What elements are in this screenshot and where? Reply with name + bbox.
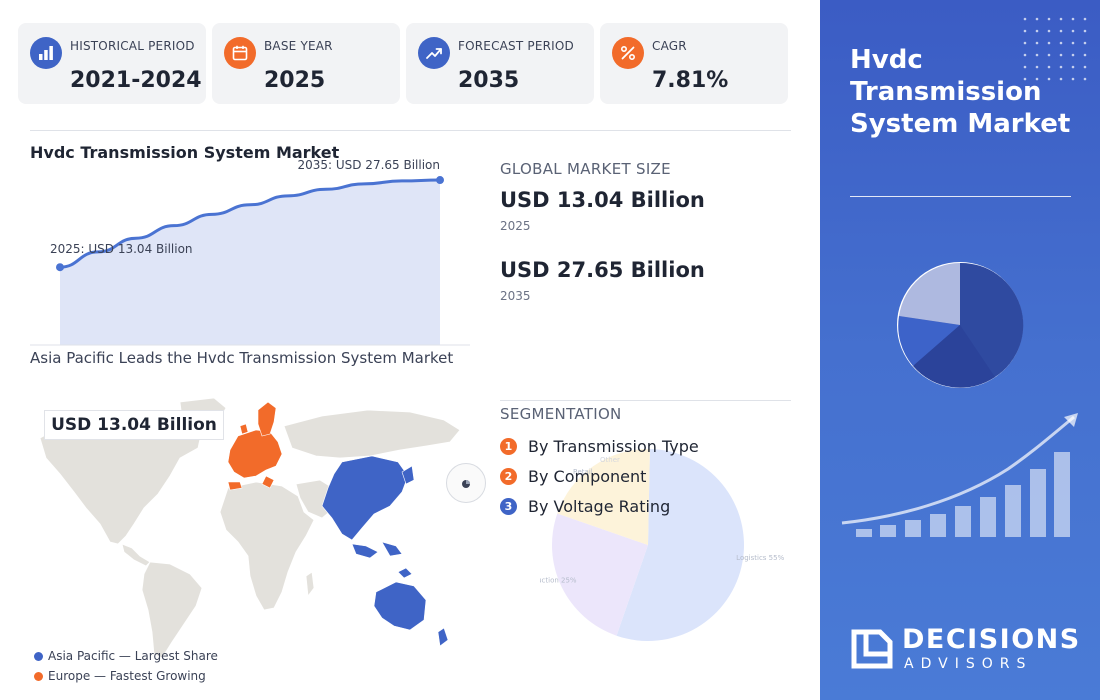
market-size-2025-value: USD 13.04 Billion — [500, 188, 705, 212]
decoration-dot — [1035, 29, 1039, 33]
end-data-label: 2035: USD 27.65 Billion — [297, 158, 440, 172]
segment-item-voltage-rating[interactable]: 3 By Voltage Rating — [500, 497, 670, 516]
bar-chart-icon — [30, 37, 62, 69]
pie-faint-label: Other — [600, 456, 620, 464]
start-point — [56, 263, 64, 272]
stat-card-base-year: BASE YEAR 2025 — [212, 23, 400, 104]
decoration-dot — [1047, 29, 1051, 33]
start-data-label: 2025: USD 13.04 Billion — [50, 242, 193, 256]
stat-card-historical-period: HISTORICAL PERIOD 2021-2024 — [18, 23, 206, 104]
legend-dot — [34, 651, 43, 661]
stat-label: FORECAST PERIOD — [458, 39, 574, 53]
logo-sub-text: ADVISORS — [904, 656, 1033, 672]
legend-dot — [34, 671, 43, 681]
decoration-dot — [1023, 29, 1027, 33]
segment-number: 2 — [500, 468, 517, 485]
market-size-2035-value: USD 27.65 Billion — [500, 258, 705, 282]
map-heading: Asia Pacific Leads the Hvdc Transmission… — [30, 349, 454, 367]
decoration-dot — [1023, 17, 1027, 21]
magnifier-icon — [446, 463, 486, 503]
region-africa — [219, 481, 315, 611]
trend-up-icon — [418, 37, 450, 69]
decoration-dot — [1059, 29, 1063, 33]
decoration-dot — [1083, 17, 1087, 21]
divider — [30, 130, 791, 131]
segment-number: 3 — [500, 498, 517, 515]
segment-label: By Component — [528, 467, 647, 486]
end-point — [436, 176, 444, 185]
region-russia — [283, 409, 461, 459]
segment-number: 1 — [500, 438, 517, 455]
logo-mark-icon — [851, 629, 893, 669]
logo-main-text: DECISIONS — [902, 624, 1081, 655]
market-area-chart: 2025: USD 13.04 Billion 2035: USD 27.65 … — [30, 158, 470, 346]
decoration-dot — [1047, 17, 1051, 21]
legend-label: Europe — Fastest Growing — [48, 669, 206, 683]
stat-value: 2025 — [264, 68, 326, 93]
decoration-dot — [1071, 29, 1075, 33]
segment-label: By Voltage Rating — [528, 497, 671, 516]
market-size-2035-year: 2035 — [500, 289, 531, 303]
stat-label: HISTORICAL PERIOD — [70, 39, 195, 53]
growth-chart-decoration — [841, 413, 1078, 537]
stat-value: 2035 — [458, 68, 520, 93]
region-central-america — [121, 543, 151, 567]
stat-card-cagr: CAGR 7.81% — [600, 23, 788, 104]
stat-cards: HISTORICAL PERIOD 2021-2024 BASE YEAR 20… — [18, 23, 788, 104]
segment-item-component[interactable]: 2 By Component — [500, 467, 646, 486]
market-size-label: GLOBAL MARKET SIZE — [500, 160, 671, 178]
pie-slice-label: Logistics 55% — [736, 554, 784, 562]
stat-label: BASE YEAR — [264, 39, 333, 53]
segmentation-label: SEGMENTATION — [500, 405, 622, 423]
market-size-2025-year: 2025 — [500, 219, 531, 233]
divider — [500, 400, 791, 401]
calendar-icon — [224, 37, 256, 69]
map-value-badge: USD 13.04 Billion — [44, 410, 224, 440]
legend-label: Asia Pacific — Largest Share — [48, 649, 218, 663]
chart-title: Hvdc Transmission System Market — [30, 143, 340, 162]
company-logo: DECISIONS ADVISORS — [850, 622, 1080, 678]
panel-title: Hvdc Transmission System Market — [850, 45, 1071, 139]
region-madagascar — [305, 571, 315, 598]
stat-value: 2021-2024 — [70, 68, 202, 93]
stat-card-forecast-period: FORECAST PERIOD 2035 — [406, 23, 594, 104]
region-south-america — [141, 561, 203, 659]
panel-pie-decoration — [897, 262, 1024, 388]
decoration-dot — [1071, 17, 1075, 21]
decoration-dot — [1059, 17, 1063, 21]
stat-value: 7.81% — [652, 68, 729, 93]
decoration-dot — [1083, 29, 1087, 33]
region-asia-pacific — [321, 455, 449, 647]
region-europe — [227, 401, 283, 491]
segment-label: By Transmission Type — [528, 437, 699, 456]
report-side-panel: Hvdc Transmission System Market DECISION… — [820, 0, 1100, 700]
percent-icon — [612, 37, 644, 69]
segment-item-transmission-type[interactable]: 1 By Transmission Type — [500, 437, 699, 456]
decoration-dot — [1035, 17, 1039, 21]
legend-asia-pacific: Asia Pacific — Largest Share — [34, 649, 218, 663]
legend-europe: Europe — Fastest Growing — [34, 669, 206, 683]
pie-slice-label: Construction 25% — [540, 577, 577, 585]
panel-divider — [850, 196, 1071, 197]
stat-label: CAGR — [652, 39, 687, 53]
